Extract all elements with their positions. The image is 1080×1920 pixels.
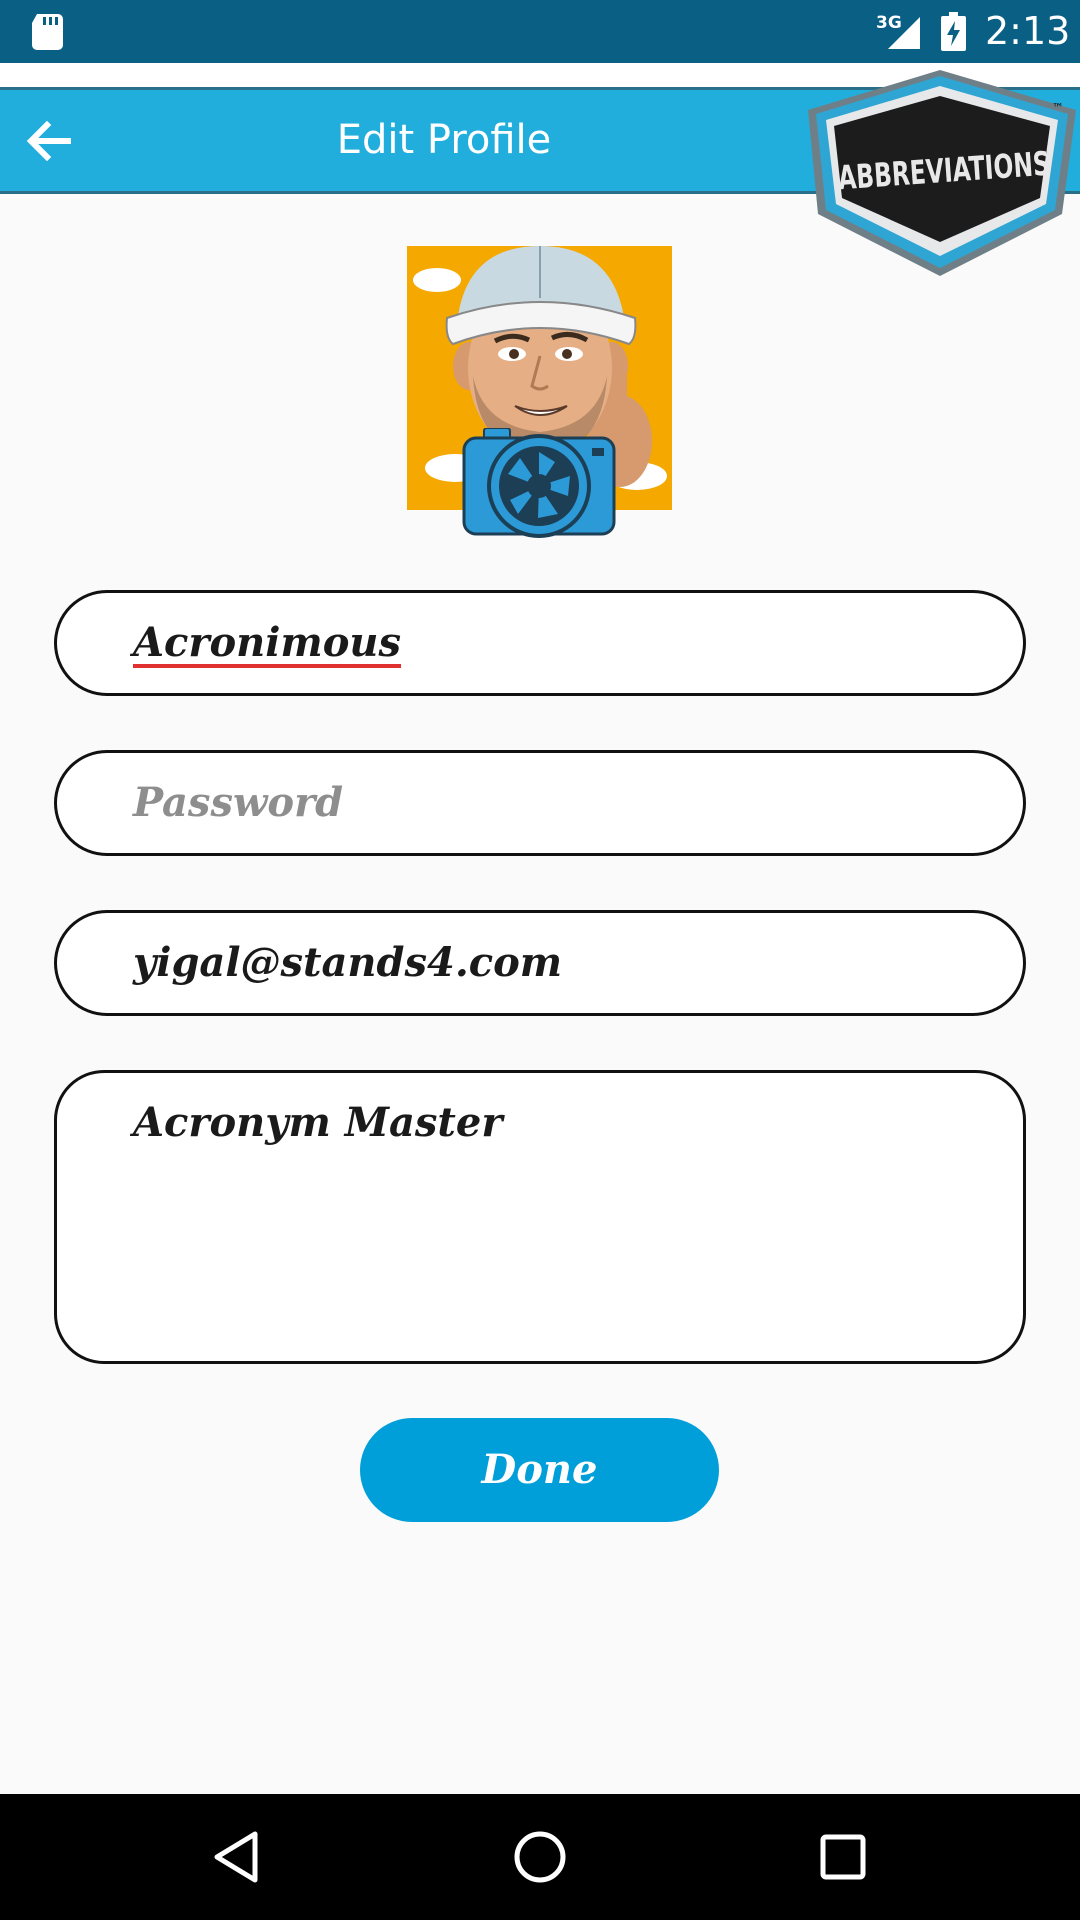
page-title: Edit Profile	[336, 117, 552, 163]
done-button[interactable]: Done	[360, 1418, 719, 1522]
nav-home-button[interactable]	[507, 1824, 573, 1890]
navigation-bar	[0, 1794, 1080, 1920]
bio-field[interactable]: Acronym Master	[54, 1070, 1026, 1364]
bio-value: Acronym Master	[133, 1099, 503, 1146]
camera-icon[interactable]	[462, 428, 616, 538]
password-field[interactable]: Password	[54, 750, 1026, 856]
status-bar: 3G 2:13	[0, 0, 1080, 63]
abbreviations-logo: ABBREVIATIONS ™	[808, 70, 1076, 276]
email-value: yigal@stands4.com	[133, 939, 563, 986]
username-field[interactable]: Acronimous	[54, 590, 1026, 696]
signal-icon	[888, 17, 920, 49]
battery-charging-icon	[941, 12, 966, 51]
clock: 2:13	[985, 9, 1071, 53]
nav-back-icon	[214, 1831, 258, 1883]
svg-text:™: ™	[1052, 101, 1064, 115]
sd-card-icon	[32, 14, 63, 50]
username-value: Acronimous	[133, 619, 402, 666]
password-placeholder: Password	[133, 779, 344, 826]
nav-recents-button[interactable]	[810, 1824, 876, 1890]
nav-recents-icon	[820, 1834, 866, 1880]
nav-back-button[interactable]	[203, 1824, 269, 1890]
nav-home-icon	[514, 1831, 566, 1883]
email-field[interactable]: yigal@stands4.com	[54, 910, 1026, 1016]
